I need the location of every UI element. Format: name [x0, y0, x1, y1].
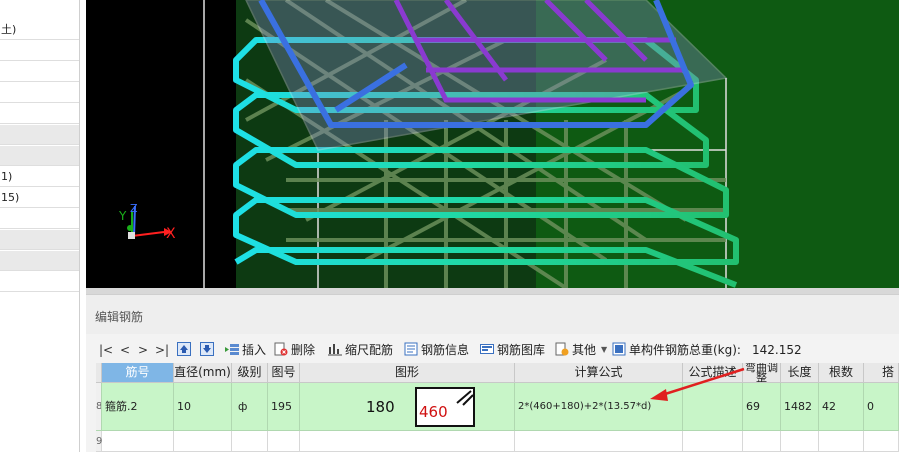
column-header[interactable]: 长度 [781, 363, 819, 383]
edit-rebar-panel: 编辑钢筋 |< < > >| 插入 删除 缩尺配筋 钢筋信息 钢筋图库 其他 ▼… [86, 294, 899, 452]
property-row[interactable] [0, 209, 79, 229]
property-panel: 土) 1) 15) [0, 0, 80, 292]
empty-cell[interactable] [300, 431, 515, 452]
cell-count[interactable]: 42 [819, 383, 864, 431]
property-row[interactable] [0, 272, 79, 292]
column-header[interactable]: 图形 [300, 363, 515, 383]
panel-title-bar: 编辑钢筋 [86, 294, 899, 334]
annotation-arrow [650, 367, 745, 401]
cell-lap[interactable]: 0 [864, 383, 899, 431]
axis-x-label: X [166, 226, 176, 242]
delete-icon[interactable] [274, 342, 288, 356]
nav-first-button[interactable]: |< [99, 339, 113, 361]
3d-viewport[interactable]: X Y Z [86, 0, 899, 288]
hook-icon [456, 390, 474, 406]
rebar-info-icon[interactable] [404, 342, 418, 356]
weight-icon [612, 342, 626, 356]
move-down-icon[interactable] [200, 342, 214, 356]
empty-cell[interactable] [819, 431, 864, 452]
nav-last-button[interactable]: >| [155, 339, 169, 361]
property-group-row[interactable] [0, 230, 79, 250]
rebar-3d-render: X Y Z [118, 0, 899, 288]
property-row[interactable] [0, 62, 79, 82]
cell-shape[interactable]: 180 460 [300, 383, 515, 431]
nav-prev-button[interactable]: < [120, 339, 130, 361]
shape-dim-b[interactable]: 460 [419, 403, 448, 421]
empty-cell[interactable] [102, 431, 174, 452]
other-icon[interactable] [555, 342, 569, 356]
rebar-library-button[interactable]: 钢筋图库 [497, 339, 545, 361]
column-header[interactable]: 搭 [864, 363, 899, 383]
scale-bar-icon[interactable] [328, 342, 342, 356]
empty-cell[interactable] [232, 431, 268, 452]
cell-figure-no[interactable]: 195 [268, 383, 300, 431]
stirrup-shape-drawing: 460 [415, 387, 475, 427]
cell-name[interactable]: 箍筋.2 [102, 383, 174, 431]
cell-diameter[interactable]: 10 [174, 383, 232, 431]
other-menu-button[interactable]: 其他 [572, 339, 596, 361]
scale-bar-button[interactable]: 缩尺配筋 [345, 339, 393, 361]
empty-cell[interactable] [743, 431, 781, 452]
property-row[interactable]: 土) [0, 20, 79, 40]
axis-y-label: Y [118, 209, 127, 223]
empty-cell[interactable] [864, 431, 899, 452]
total-weight-label: 单构件钢筋总重(kg): [629, 343, 741, 357]
insert-button[interactable]: 插入 [242, 339, 266, 361]
property-row[interactable]: 1) [0, 167, 79, 187]
cell-grade[interactable]: ф [232, 383, 268, 431]
property-group-row[interactable] [0, 125, 79, 145]
property-row[interactable] [0, 104, 79, 124]
chevron-down-icon[interactable]: ▼ [601, 339, 607, 361]
total-weight-value: 142.152 [752, 343, 802, 357]
empty-cell[interactable] [268, 431, 300, 452]
toolbar: |< < > >| 插入 删除 缩尺配筋 钢筋信息 钢筋图库 其他 ▼ 单构件钢… [96, 339, 899, 361]
property-row[interactable] [0, 41, 79, 61]
rebar-info-button[interactable]: 钢筋信息 [421, 339, 469, 361]
property-row[interactable]: 15) [0, 188, 79, 208]
column-header[interactable]: 图号 [268, 363, 300, 383]
nav-next-button[interactable]: > [138, 339, 148, 361]
rebar-library-icon[interactable] [480, 342, 494, 356]
property-group-row[interactable] [0, 146, 79, 166]
column-header[interactable]: 筋号 [102, 363, 174, 383]
empty-cell[interactable] [174, 431, 232, 452]
empty-cell[interactable] [781, 431, 819, 452]
rebar-table: 筋号 直径(mm) 级别 图号 图形 计算公式 公式描述 弯曲调整 长度 根数 … [96, 363, 899, 452]
column-header[interactable]: 根数 [819, 363, 864, 383]
left-panel-blank [0, 292, 80, 452]
property-row[interactable] [0, 83, 79, 103]
shape-dim-a[interactable]: 180 [366, 383, 395, 430]
column-header[interactable]: 级别 [232, 363, 268, 383]
axis-z-label: Z [130, 202, 138, 215]
move-up-icon[interactable] [177, 342, 191, 356]
cell-length[interactable]: 1482 [781, 383, 819, 431]
empty-cell[interactable] [515, 431, 683, 452]
column-header[interactable]: 直径(mm) [174, 363, 232, 383]
panel-title: 编辑钢筋 [95, 310, 144, 324]
delete-button[interactable]: 删除 [291, 339, 315, 361]
empty-cell[interactable] [683, 431, 743, 452]
insert-icon[interactable] [225, 342, 239, 356]
property-group-row[interactable] [0, 251, 79, 271]
